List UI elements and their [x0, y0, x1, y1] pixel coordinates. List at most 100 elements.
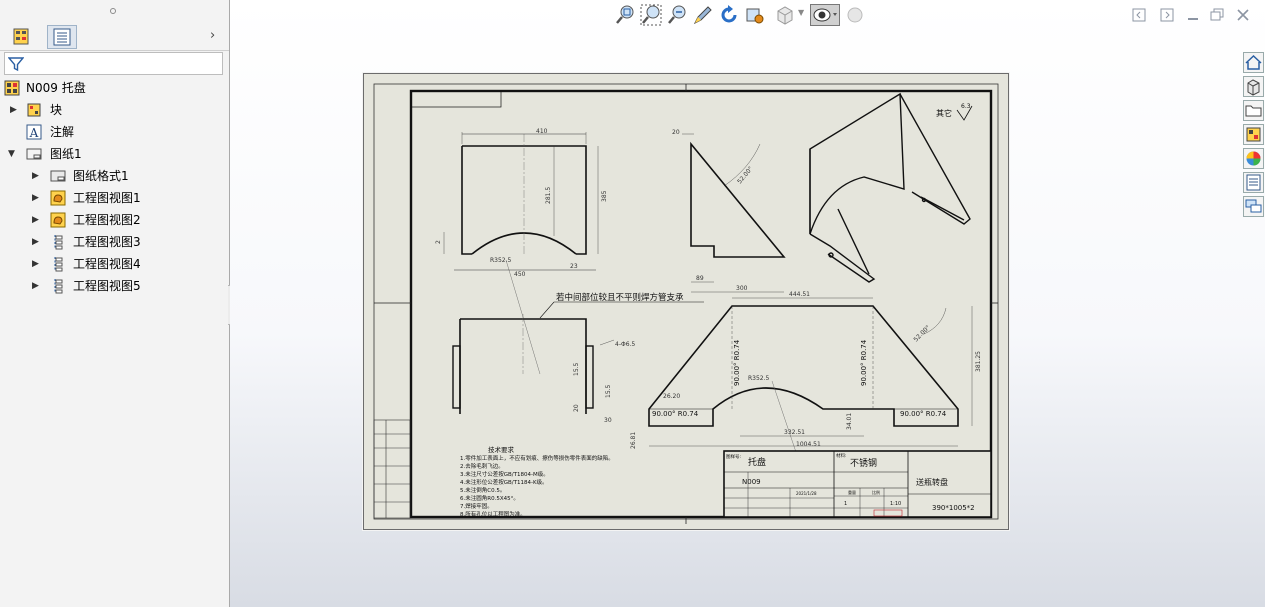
drawing-view-2[interactable]: 20 52.00° 89 300 [672, 129, 786, 293]
tree-item-label: 工程图视图2 [73, 213, 141, 227]
appearance-icon[interactable] [844, 4, 866, 26]
dim-text: 385 [601, 190, 608, 202]
design-library-icon[interactable] [1243, 76, 1264, 97]
tech-req-title: 技术要求 [488, 445, 515, 454]
title-label: 重量 [848, 489, 856, 495]
expand-arrow-icon[interactable]: ▶ [32, 209, 39, 231]
drawing-view-1[interactable]: 410 281.5 385 2 R352.5 450 23 [435, 128, 608, 375]
tree-item-view2[interactable]: ▶ 工程图视图2 [0, 209, 229, 231]
home-icon[interactable] [1243, 52, 1264, 73]
drawing-sheet[interactable]: 其它 6.3 410 281.5 385 2 R352.5 450 23 20 … [363, 73, 1009, 530]
expand-arrow-icon[interactable]: ▶ [32, 231, 39, 253]
panel-grip[interactable] [0, 0, 229, 22]
file-explorer-icon[interactable] [1243, 100, 1264, 121]
tree-item-sheet1[interactable]: ▼ 图纸1 [0, 143, 229, 165]
tech-req-line: 3.未注尺寸公差按GB/T1804-M级。 [460, 470, 549, 478]
zoom-in-out-icon[interactable] [666, 4, 688, 26]
surface-finish-label: 其它 [936, 108, 952, 118]
block-icon [27, 103, 41, 117]
sketch-pen-icon[interactable] [692, 4, 714, 26]
zoom-to-area-icon[interactable] [640, 4, 662, 26]
tile-left-icon[interactable] [1131, 7, 1147, 23]
tree-item-view1[interactable]: ▶ 工程图视图1 [0, 187, 229, 209]
revision-strip [373, 419, 411, 519]
drawing-canvas: 其它 6.3 410 281.5 385 2 R352.5 450 23 20 … [373, 83, 999, 524]
display-style-icon[interactable] [810, 4, 840, 26]
grip-dot-icon [110, 8, 116, 14]
title-label: 材料: [836, 452, 847, 459]
bend-note: 90.00° R0.74 [652, 410, 699, 418]
drawing-view-5-flat-pattern[interactable]: 444.51 52.00° 381.25 R352.5 26.20 90.00°… [630, 291, 982, 465]
overall-size: 390*1005*2 [932, 504, 975, 512]
sheet-icon [26, 148, 42, 160]
assembly-name: 送瓶转盘 [916, 477, 948, 487]
tree-item-label: 块 [50, 103, 63, 117]
dim-text: 52.00° [736, 165, 754, 185]
title-label: 比例 [872, 489, 880, 495]
graphics-area[interactable]: ▼ 其它 6.3 410 281.5 385 2 R352.5 450 23 2… [230, 0, 1265, 607]
tree-filter[interactable] [4, 52, 223, 75]
tab-feature-manager[interactable] [6, 25, 36, 49]
annotation-icon: A [26, 124, 42, 140]
property-manager-icon [53, 28, 71, 46]
scale: 1:10 [890, 501, 901, 507]
forum-icon[interactable] [1243, 196, 1264, 217]
tile-right-icon[interactable] [1159, 7, 1175, 23]
dim-text: 381.25 [975, 351, 982, 372]
tree-item-blocks[interactable]: ▶ 块 [0, 99, 229, 121]
chevron-right-icon[interactable]: › [210, 28, 215, 43]
rotate-icon[interactable] [718, 4, 740, 26]
tree-item-sheet-format[interactable]: ▶ 图纸格式1 [0, 165, 229, 187]
tree-item-label: 工程图视图1 [73, 191, 141, 205]
tree-root[interactable]: N009 托盘 [0, 77, 229, 99]
part-name: 托盘 [748, 456, 766, 468]
note-callout: 若中间部位较且不平则焊方管支承 [556, 292, 684, 303]
view-palette-icon[interactable] [1243, 124, 1264, 145]
tech-req-line: 6.未注圆角R0.5X45°。 [460, 494, 519, 502]
dim-text: 26.20 [663, 393, 680, 400]
feature-manager-panel: › N009 托盘 ▶ 块 A 注解 ▼ 图纸1 ▶ 图纸格式1 ▶ 工程图视图… [0, 0, 230, 607]
dim-text: 26.81 [630, 432, 637, 449]
tree-item-view3[interactable]: ▶ 工程图视图3 [0, 231, 229, 253]
surface-finish-value: 6.3 [961, 103, 971, 110]
window-controls [1131, 7, 1251, 25]
title-block: 图样号: 托盘 材料: 不锈钢 N009 2021/1/28 重量 比例 1 1… [723, 450, 992, 518]
zoom-to-fit-icon[interactable] [614, 4, 636, 26]
dim-text: 23 [570, 263, 578, 270]
appearances-icon[interactable] [1243, 148, 1264, 169]
bend-note: 90.00° R0.74 [900, 410, 947, 418]
dim-text: 52.00° [912, 324, 931, 343]
expand-arrow-icon[interactable]: ▶ [32, 165, 39, 187]
dim-text: 1004.51 [796, 441, 821, 448]
close-icon[interactable] [1235, 7, 1251, 23]
view-orientation-icon[interactable] [774, 4, 796, 26]
custom-properties-icon[interactable] [1243, 172, 1264, 193]
dim-text: 2 [435, 240, 442, 244]
dim-text: 20 [573, 404, 580, 412]
drawing-view-4[interactable]: 4-Φ6.5 15.5 15.5 20 30 [452, 314, 635, 424]
sheet-format-icon [50, 170, 66, 182]
tree-item-view5[interactable]: ▶ 工程图视图5 [0, 275, 229, 297]
expand-arrow-icon[interactable]: ▶ [32, 253, 39, 275]
minimize-icon[interactable] [1185, 7, 1201, 23]
section-view-icon [54, 257, 63, 272]
dim-text: 30 [604, 417, 612, 424]
drawing-view-icon [50, 212, 66, 228]
material: 不锈钢 [850, 457, 877, 469]
dim-text: 15.5 [605, 384, 612, 398]
pan-icon[interactable] [744, 4, 766, 26]
restore-icon[interactable] [1209, 7, 1225, 23]
tab-property-manager[interactable] [47, 25, 77, 49]
panel-tabs: › [0, 24, 229, 51]
expand-arrow-icon[interactable]: ▶ [32, 187, 39, 209]
expand-arrow-icon[interactable]: ▶ [32, 275, 39, 297]
tech-req-line: 7.焊接牢固。 [460, 502, 493, 510]
tree-item-label: 工程图视图4 [73, 257, 141, 271]
expand-arrow-icon[interactable]: ▶ [10, 99, 17, 121]
tree-item-annotations[interactable]: A 注解 [0, 121, 229, 143]
drawing-view-3-isometric[interactable] [809, 92, 971, 283]
tree-item-view4[interactable]: ▶ 工程图视图4 [0, 253, 229, 275]
collapse-arrow-icon[interactable]: ▼ [8, 143, 15, 165]
chevron-down-icon[interactable]: ▼ [798, 8, 804, 17]
dim-text: 89 [696, 275, 704, 282]
